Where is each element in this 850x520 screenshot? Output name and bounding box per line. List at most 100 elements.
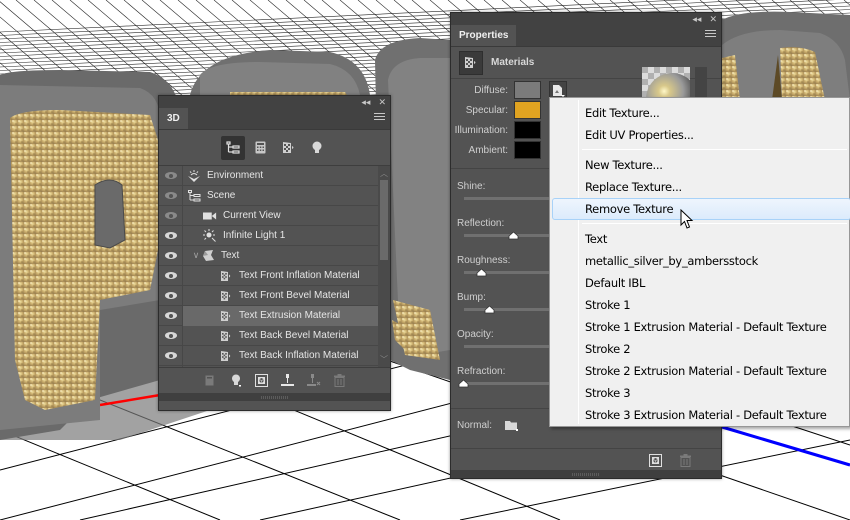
tree-row[interactable]: Scene [159, 185, 378, 206]
tree-row[interactable]: Text Front Bevel Material [159, 285, 378, 306]
tree-item-label: Text Back Bevel Material [239, 330, 349, 341]
menu-item[interactable]: Edit UV Properties... [552, 124, 850, 146]
menu-item[interactable]: Stroke 2 Extrusion Material - Default Te… [552, 360, 850, 382]
chevron-down-icon[interactable]: ∨ [191, 250, 201, 261]
render-icon[interactable] [255, 374, 269, 388]
visibility-toggle[interactable] [159, 285, 183, 306]
menu-item[interactable]: Stroke 1 Extrusion Material - Default Te… [552, 316, 850, 338]
tree-scrollbar[interactable]: ︿ ﹀ [378, 166, 390, 367]
whole-scene-icon[interactable] [220, 135, 245, 160]
menu-item[interactable]: Replace Texture... [552, 176, 850, 198]
menu-item[interactable]: Text [552, 228, 850, 250]
color-swatch[interactable] [514, 81, 541, 99]
tab-properties[interactable]: Properties [451, 25, 517, 46]
meshes-icon[interactable] [249, 136, 273, 160]
tree-item-label: Scene [207, 190, 236, 201]
mouse-cursor-icon [680, 209, 694, 229]
tree-item[interactable]: Scene [183, 186, 378, 206]
panel-3d-tabbar: 3D [159, 108, 390, 130]
add-mesh-icon[interactable] [203, 374, 217, 388]
color-swatch[interactable] [514, 101, 541, 119]
visibility-toggle[interactable] [159, 245, 183, 266]
slider-label: Opacity: [457, 329, 494, 340]
slider-thumb[interactable] [476, 268, 487, 277]
tree-item[interactable]: Text Front Bevel Material [183, 286, 378, 306]
close-icon[interactable]: ✕ [378, 96, 386, 108]
tree-row[interactable]: Infinite Light 1 [159, 225, 378, 246]
close-icon[interactable]: ✕ [709, 13, 717, 25]
material-icon [219, 270, 233, 282]
tree-row[interactable]: Text Back Bevel Material [159, 325, 378, 346]
tree-item[interactable]: Infinite Light 1 [183, 226, 378, 246]
slider-track[interactable] [464, 197, 554, 200]
visibility-toggle[interactable] [159, 185, 183, 206]
tree-row[interactable]: Current View [159, 205, 378, 226]
collapse-icon[interactable]: ◂◂ [692, 13, 701, 25]
camera-icon [203, 210, 217, 222]
visibility-toggle[interactable] [159, 325, 183, 346]
panel-menu-icon[interactable] [374, 113, 385, 123]
eye-icon [164, 272, 177, 279]
tree-row[interactable]: Text Front Inflation Material [159, 265, 378, 286]
tree-row[interactable]: Environment [159, 166, 378, 186]
tree-row[interactable]: Text Extrusion Material [159, 305, 378, 326]
visibility-toggle[interactable] [159, 365, 183, 367]
menu-item[interactable]: Default IBL [552, 272, 850, 294]
menu-item[interactable]: Stroke 1 [552, 294, 850, 316]
visibility-toggle[interactable] [159, 166, 183, 186]
tree-item-label: Text Front Inflation Material [239, 270, 360, 281]
panel-3d-resize-grip[interactable] [159, 393, 390, 401]
menu-item[interactable]: Stroke 2 [552, 338, 850, 360]
trash-icon[interactable] [680, 454, 691, 470]
properties-resize-grip[interactable] [451, 470, 721, 478]
tree-item[interactable]: Current View [183, 206, 378, 226]
scroll-down-icon[interactable]: ﹀ [378, 354, 390, 365]
tree-row[interactable]: ∨Boundary Constraint 1 [159, 365, 378, 368]
slider-track[interactable] [464, 345, 554, 348]
visibility-toggle[interactable] [159, 225, 183, 246]
menu-item[interactable]: Remove Texture [552, 198, 850, 220]
tree-item-label: Environment [207, 170, 264, 181]
tree-item[interactable]: Text Back Inflation Material [183, 346, 378, 366]
visibility-toggle[interactable] [159, 305, 183, 326]
tree-item[interactable]: Environment [183, 166, 378, 186]
menu-item[interactable]: Stroke 3 Extrusion Material - Default Te… [552, 404, 850, 426]
visibility-toggle[interactable] [159, 205, 183, 226]
visibility-toggle[interactable] [159, 345, 183, 366]
properties-topbar[interactable]: ◂◂ ✕ [451, 13, 721, 25]
visibility-toggle[interactable] [159, 265, 183, 286]
materials-icon[interactable] [277, 136, 301, 160]
menu-item[interactable]: Stroke 3 [552, 382, 850, 404]
tree-row[interactable]: Text Back Inflation Material [159, 345, 378, 366]
slider-track[interactable] [464, 308, 554, 311]
render-icon[interactable] [649, 454, 662, 470]
menu-item[interactable]: metallic_silver_by_ambersstock [552, 250, 850, 272]
trash-icon[interactable] [333, 374, 347, 388]
tree-item[interactable]: ∨ Text [183, 246, 378, 266]
collapse-icon[interactable]: ◂◂ [361, 96, 370, 108]
tree-item[interactable]: Text Extrusion Material [183, 305, 378, 326]
panel-menu-icon[interactable] [705, 30, 716, 40]
lights-icon[interactable] [305, 136, 329, 160]
slider-thumb[interactable] [484, 305, 495, 314]
slider-thumb[interactable] [458, 379, 469, 388]
slider-label: Bump: [457, 292, 486, 303]
drop-to-ground-icon[interactable] [281, 374, 295, 388]
delete-ground-icon[interactable] [306, 374, 321, 388]
scroll-up-icon[interactable]: ︿ [378, 168, 390, 179]
add-light-icon[interactable] [229, 374, 243, 388]
tree-item[interactable]: Text Front Inflation Material [183, 266, 378, 286]
scroll-thumb[interactable] [380, 180, 388, 260]
tab-3d[interactable]: 3D [159, 108, 188, 129]
color-swatch[interactable] [514, 141, 541, 159]
tree-item[interactable]: Text Back Bevel Material [183, 326, 378, 346]
menu-item[interactable]: Edit Texture... [552, 102, 850, 124]
panel-3d-topbar[interactable]: ◂◂ ✕ [159, 96, 390, 108]
tree-item[interactable]: ∨Boundary Constraint 1 [183, 366, 378, 368]
tree-row[interactable]: ∨ Text [159, 245, 378, 266]
slider-thumb[interactable] [508, 231, 519, 240]
menu-item[interactable]: New Texture... [552, 154, 850, 176]
color-swatch[interactable] [514, 121, 541, 139]
slider-track[interactable] [464, 382, 554, 385]
normal-folder-icon[interactable] [505, 420, 519, 431]
